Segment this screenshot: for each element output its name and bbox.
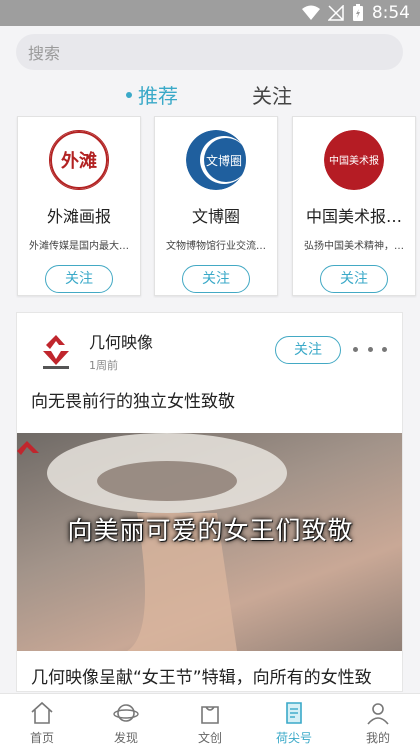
status-time: 8:54 bbox=[371, 3, 410, 23]
follow-button[interactable]: 关注 bbox=[182, 265, 250, 293]
status-icons: 8:54 bbox=[301, 3, 410, 23]
follow-button[interactable]: 关注 bbox=[275, 336, 341, 364]
recommended-accounts: 外滩 外滩画报 外滩传媒是国内最大… 关注 文博圈 文博圈 文物博物馆行业交流…… bbox=[0, 116, 420, 298]
svg-text:文博圈: 文博圈 bbox=[206, 153, 242, 168]
nav-home[interactable]: 首页 bbox=[0, 694, 84, 749]
search-placeholder: 搜索 bbox=[28, 44, 61, 63]
svg-text:外滩: 外滩 bbox=[61, 150, 97, 172]
user-icon bbox=[367, 703, 389, 725]
document-icon bbox=[286, 702, 302, 724]
account-logo: 中国美术报 bbox=[324, 130, 384, 190]
nav-discover[interactable]: 发现 bbox=[84, 694, 168, 749]
post-title[interactable]: 向无畏前行的独立女性致敬 bbox=[31, 387, 235, 412]
bag-icon bbox=[201, 706, 219, 724]
bottom-nav: 首页 发现 文创 荷尖号 我的 bbox=[0, 693, 420, 749]
feed-tabs: 推荐 关注 bbox=[0, 80, 420, 112]
account-logo: 外滩 bbox=[49, 130, 109, 190]
art-news-logo-icon: 中国美术报 bbox=[324, 130, 384, 190]
follow-button[interactable]: 关注 bbox=[45, 265, 113, 293]
post-image[interactable]: 向美丽可爱的女王们致敬 bbox=[17, 433, 402, 651]
account-desc: 文物博物馆行业交流… bbox=[166, 241, 266, 252]
status-bar: 8:54 bbox=[0, 0, 420, 26]
wenbo-logo-icon: 文博圈 bbox=[186, 130, 246, 190]
wifi-icon bbox=[301, 5, 320, 20]
svg-text:中国美术报: 中国美术报 bbox=[329, 154, 379, 167]
author-avatar[interactable] bbox=[35, 331, 77, 373]
waitan-logo-icon: 外滩 bbox=[50, 131, 108, 189]
account-desc: 弘扬中国美术精神，… bbox=[304, 241, 404, 252]
battery-icon bbox=[352, 4, 363, 21]
tab-following[interactable]: 关注 bbox=[252, 80, 292, 109]
feed-post[interactable]: 几何映像 1周前 关注 向无畏前行的独立女性致敬 向美丽可爱的女王们致敬 几何映… bbox=[16, 312, 403, 692]
tab-recommend[interactable]: 推荐 bbox=[126, 80, 178, 109]
active-dot bbox=[126, 91, 132, 98]
home-icon bbox=[31, 701, 53, 724]
account-card[interactable]: 中国美术报 中国美术报… 弘扬中国美术精神，… 关注 bbox=[292, 116, 416, 296]
nav-profile[interactable]: 我的 bbox=[336, 694, 420, 749]
author-name[interactable]: 几何映像 bbox=[89, 329, 153, 353]
account-name: 文博圈 bbox=[191, 207, 240, 226]
account-desc: 外滩传媒是国内最大… bbox=[29, 241, 129, 252]
planet-icon bbox=[113, 704, 139, 722]
nav-creative[interactable]: 文创 bbox=[168, 694, 252, 749]
account-name: 外滩画报 bbox=[46, 207, 111, 226]
image-caption: 向美丽可爱的女王们致敬 bbox=[67, 516, 354, 545]
account-card[interactable]: 文博圈 文博圈 文物博物馆行业交流… 关注 bbox=[154, 116, 278, 296]
follow-button[interactable]: 关注 bbox=[320, 265, 388, 293]
search-input[interactable]: 搜索 bbox=[16, 34, 403, 70]
nav-hejianhao[interactable]: 荷尖号 bbox=[252, 694, 336, 749]
post-time: 1周前 bbox=[89, 359, 118, 372]
account-logo: 文博圈 bbox=[186, 130, 246, 190]
more-options-icon[interactable] bbox=[353, 339, 387, 359]
no-signal-icon bbox=[327, 5, 344, 21]
account-name: 中国美术报… bbox=[305, 207, 402, 226]
account-card[interactable]: 外滩 外滩画报 外滩传媒是国内最大… 关注 bbox=[17, 116, 141, 296]
post-subtitle[interactable]: 几何映像呈献“女王节”特辑，向所有的女性致 bbox=[31, 663, 372, 688]
